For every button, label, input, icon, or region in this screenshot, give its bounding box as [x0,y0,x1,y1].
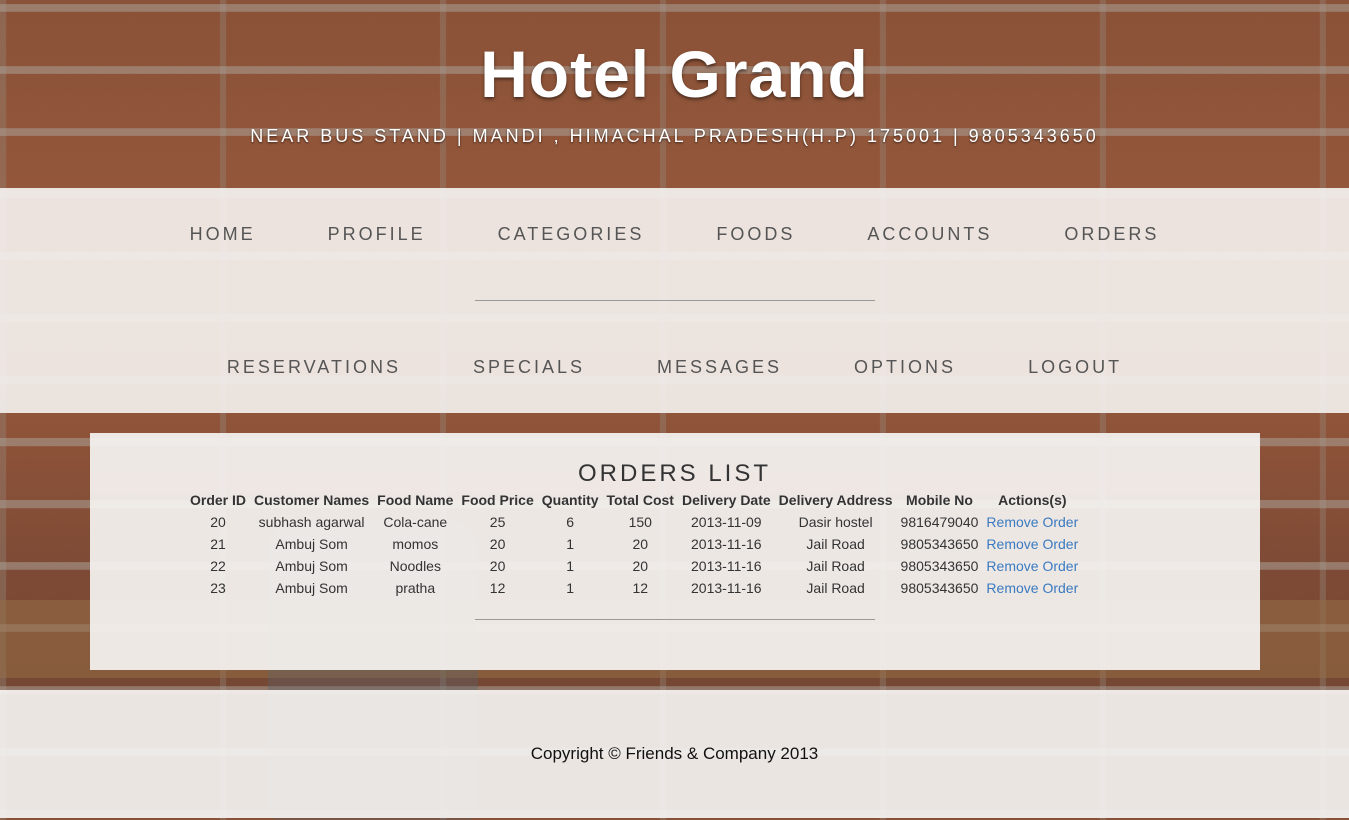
table-row: 23 Ambuj Som pratha 12 1 12 2013-11-16 J… [186,577,1082,599]
nav-options[interactable]: OPTIONS [818,357,992,378]
nav-orders[interactable]: ORDERS [1028,224,1195,245]
cell-action: Remove Order [982,577,1082,599]
cell-delivery-address: Dasir hostel [798,514,873,530]
cell-total-cost: 12 [632,580,649,596]
cell-customer: Ambuj Som [275,558,348,574]
cell-food-price: 20 [489,536,506,552]
cell-mobile: 9816479040 [900,514,979,530]
nav-row-primary: HOME PROFILE CATEGORIES FOODS ACCOUNTS O… [0,224,1349,245]
orders-title: ORDERS LIST [577,460,772,487]
nav-profile[interactable]: PROFILE [292,224,462,245]
copyright-text: Copyright © Friends & Company 2013 [530,744,819,763]
cell-quantity: 1 [566,558,575,574]
orders-divider [475,619,875,620]
remove-order-link[interactable]: Remove Order [986,514,1078,530]
cell-action: Remove Order [982,511,1082,533]
cell-mobile: 9805343650 [900,580,979,596]
remove-order-link[interactable]: Remove Order [986,536,1078,552]
table-header-row: Order ID Customer Names Food Name Food P… [186,489,1082,511]
remove-order-link[interactable]: Remove Order [986,580,1078,596]
cell-order-id: 21 [210,536,226,552]
nav-messages[interactable]: MESSAGES [621,357,818,378]
cell-food-price: 20 [489,558,506,574]
col-delivery-date: Delivery Date [681,492,771,508]
site-title: Hotel Grand [480,37,869,111]
table-row: 22 Ambuj Som Noodles 20 1 20 2013-11-16 … [186,555,1082,577]
nav-row-secondary: RESERVATIONS SPECIALS MESSAGES OPTIONS L… [0,357,1349,378]
cell-order-id: 22 [210,558,226,574]
col-delivery-address: Delivery Address [778,492,893,508]
cell-delivery-address: Jail Road [806,558,865,574]
col-food-name: Food Name [377,492,454,508]
col-food-price: Food Price [461,492,534,508]
cell-action: Remove Order [982,555,1082,577]
cell-total-cost: 20 [632,558,649,574]
cell-delivery-date: 2013-11-09 [691,514,762,530]
cell-food-price: 25 [489,514,506,530]
site-header: Hotel Grand NEAR BUS STAND | MANDI , HIM… [0,0,1349,188]
cell-customer: Ambuj Som [275,536,348,552]
nav-foods[interactable]: FOODS [680,224,831,245]
nav-logout[interactable]: LOGOUT [992,357,1158,378]
nav-reservations[interactable]: RESERVATIONS [191,357,437,378]
cell-quantity: 1 [566,536,575,552]
nav-specials[interactable]: SPECIALS [437,357,621,378]
cell-mobile: 9805343650 [900,536,979,552]
nav-divider [475,300,875,301]
orders-table: Order ID Customer Names Food Name Food P… [186,489,1082,599]
nav-home[interactable]: HOME [154,224,292,245]
col-actions: Actions(s) [998,492,1067,508]
table-row: 20 subhash agarwal Cola-cane 25 6 150 20… [186,511,1082,533]
remove-order-link[interactable]: Remove Order [986,558,1078,574]
nav-accounts[interactable]: ACCOUNTS [831,224,1028,245]
cell-food-name: momos [392,536,439,552]
col-total-cost: Total Cost [606,492,674,508]
nav-categories[interactable]: CATEGORIES [462,224,681,245]
cell-total-cost: 20 [632,536,649,552]
cell-total-cost: 150 [628,514,652,530]
cell-customer: Ambuj Som [275,580,348,596]
cell-delivery-date: 2013-11-16 [691,580,762,596]
col-customer-names: Customer Names [254,492,370,508]
cell-delivery-date: 2013-11-16 [691,536,762,552]
cell-food-name: pratha [395,580,436,596]
cell-quantity: 6 [566,514,575,530]
col-quantity: Quantity [541,492,599,508]
col-order-id: Order ID [190,492,247,508]
cell-mobile: 9805343650 [900,558,979,574]
cell-order-id: 23 [210,580,226,596]
cell-customer: subhash agarwal [258,514,365,530]
col-mobile-no: Mobile No [906,492,973,508]
cell-delivery-address: Jail Road [806,536,865,552]
cell-delivery-date: 2013-11-16 [691,558,762,574]
cell-food-name: Noodles [389,558,441,574]
cell-order-id: 20 [210,514,226,530]
cell-food-price: 12 [489,580,506,596]
site-address: NEAR BUS STAND | MANDI , HIMACHAL PRADES… [250,126,1099,146]
cell-delivery-address: Jail Road [806,580,865,596]
cell-food-name: Cola-cane [383,514,448,530]
table-row: 21 Ambuj Som momos 20 1 20 2013-11-16 Ja… [186,533,1082,555]
cell-quantity: 1 [566,580,575,596]
cell-action: Remove Order [982,533,1082,555]
